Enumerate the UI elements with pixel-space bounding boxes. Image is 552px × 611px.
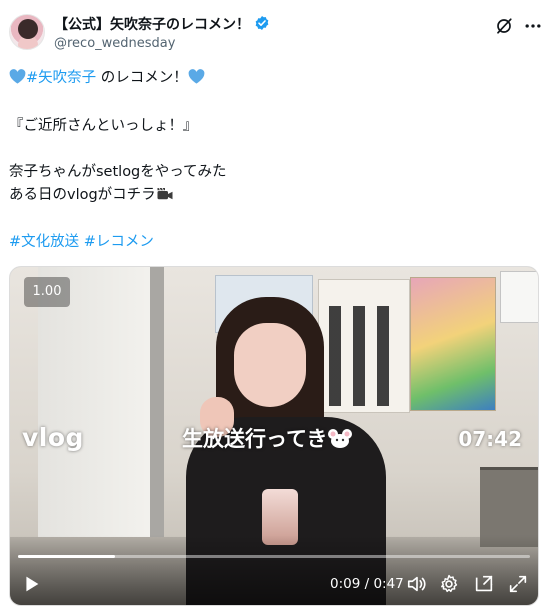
video-scene-poster [318,279,410,413]
verified-badge-icon [255,16,269,30]
settings-gear-icon[interactable] [438,573,460,595]
progress-bar[interactable] [18,555,530,558]
more-options-icon[interactable] [523,17,543,35]
play-icon[interactable] [20,573,42,595]
x-logo-icon[interactable] [495,17,513,35]
video-overlay-caption: 生放送行ってき [182,423,353,453]
tweet-line-4-text: ある日のvlogがコチラ [9,187,156,203]
volume-icon[interactable] [406,573,428,595]
playback-speed-chip[interactable]: 1.00 [24,277,70,307]
tweet-line-3: 奈子ちゃんがsetlogをやってみた [9,164,227,180]
time-readout: 0:09 / 0:47 [330,576,404,592]
account-handle[interactable]: @reco_wednesday [54,36,175,51]
hashtag-yabuki-nako[interactable]: #矢吹奈子 [26,70,96,86]
mouse-icon [328,429,353,448]
video-scene-door [38,267,158,557]
video-scene-poster [500,271,538,323]
blue-heart-icon [9,69,26,84]
avatar[interactable] [9,14,45,50]
tweet-line-5: #文化放送 #レコメン [9,231,154,253]
tweet-line-2: 『ご近所さんといっしょ！』 [9,118,198,134]
account-name[interactable]: 【公式】矢吹奈子のレコメン！ [54,14,250,34]
progress-bar-fill [18,555,116,558]
tweet-line-1-text: のレコメン！ [96,70,188,86]
video-scene-person-face [234,323,306,407]
blue-heart-icon [188,69,205,84]
tweet-line-4: ある日のvlogがコチラ [9,184,174,206]
hashtag-bunka-hoso[interactable]: #文化放送 [9,234,79,250]
video-camera-icon [157,187,173,200]
hashtag-recomen[interactable]: #レコメン [84,234,154,250]
video-scene-poster [410,277,496,411]
fullscreen-icon[interactable] [507,573,529,595]
controls-bar [10,535,538,605]
video-overlay-vlog: vlog [22,423,84,452]
tweet-header: 【公式】矢吹奈子のレコメン！ @reco_wednesday [0,0,552,60]
video-scene-door-frame [150,267,164,567]
picture-in-picture-icon[interactable] [473,573,495,595]
tweet-line-1: #矢吹奈子 のレコメン！ [9,67,205,89]
video-overlay-duration: 07:42 [458,427,522,451]
video-overlay-caption-text: 生放送行ってき [182,427,328,451]
video-player[interactable]: 1.00 vlog 生放送行ってき 07:42 0:09 / 0:47 [9,266,539,606]
